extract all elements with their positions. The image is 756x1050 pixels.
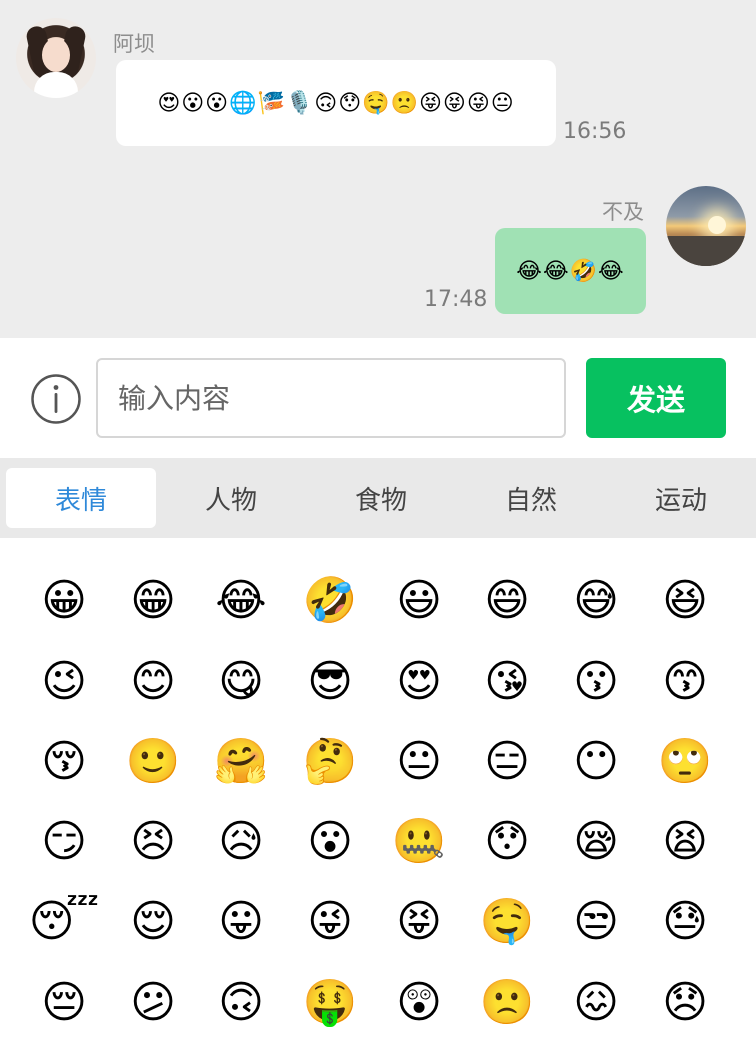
emoji-button[interactable]: 😊 — [123, 652, 183, 712]
avatar-right[interactable] — [666, 186, 746, 266]
emoji-button[interactable]: 😚 — [34, 732, 94, 792]
emoji-category-tabs: 表情 人物 食物 自然 运动 — [0, 458, 756, 538]
emoji-button[interactable]: 😃 — [389, 571, 449, 631]
emoji-button[interactable]: 😎 — [300, 652, 360, 712]
emoji-button[interactable]: 😂 — [211, 571, 271, 631]
message-time: 17:48 — [424, 287, 488, 312]
emoji-button[interactable]: 😕 — [123, 973, 183, 1033]
emoji-button[interactable]: 🤣 — [300, 571, 360, 631]
emoji-button[interactable]: 😐 — [389, 732, 449, 792]
emoji-button[interactable]: 🙄 — [655, 732, 715, 792]
avatar-left[interactable] — [16, 18, 96, 98]
emoji-button[interactable]: 😙 — [655, 652, 715, 712]
tab-food[interactable]: 食物 — [306, 468, 456, 528]
emoji-button[interactable]: 😁 — [123, 571, 183, 631]
emoji-button[interactable]: 😘 — [477, 652, 537, 712]
emoji-button[interactable]: 😫 — [655, 812, 715, 872]
emoji-button[interactable]: 😆 — [655, 571, 715, 631]
emoji-button[interactable]: 🙁 — [477, 973, 537, 1033]
emoji-button[interactable]: 🤑 — [300, 973, 360, 1033]
message-input[interactable] — [96, 358, 566, 438]
emoji-button[interactable]: 😍 — [389, 652, 449, 712]
emoji-button[interactable]: 😋 — [211, 652, 271, 712]
emoji-button[interactable]: 😒 — [566, 892, 626, 952]
emoji-button[interactable]: 😮 — [300, 812, 360, 872]
emoji-button[interactable]: 🤤 — [477, 892, 537, 952]
emoji-button[interactable]: 😏 — [34, 812, 94, 872]
emoji-button[interactable]: 😯 — [477, 812, 537, 872]
emoji-button[interactable]: 😲 — [389, 973, 449, 1033]
emoji-button[interactable]: 😀 — [34, 571, 94, 631]
emoji-button[interactable]: 😖 — [566, 973, 626, 1033]
emoji-grid: 😀 😁 😂 🤣 😃 😄 😅 😆 😉 😊 😋 😎 😍 😘 😗 😙 😚 🙂 🤗 🤔 😐 😑 😶 🙄 😏 😣 😥 😮 🤐 😯 😪 😫 😴 😌 😛 😜 😝 🤤 😒 😓… — [6, 538, 756, 1050]
tab-people[interactable]: 人物 — [156, 468, 306, 528]
emoji-button[interactable]: 😪 — [566, 812, 626, 872]
emoji-button[interactable]: 🤔 — [300, 732, 360, 792]
emoji-button[interactable]: 🤗 — [211, 732, 271, 792]
emoji-button[interactable]: 😝 — [389, 892, 449, 952]
tab-nature[interactable]: 自然 — [456, 468, 606, 528]
emoji-button[interactable]: 🤐 — [389, 812, 449, 872]
chat-area: 阿坝 😍😮😮🌐🎏🎙️🙃😯🤤🙁😝😝😜😐 16:56 不及 😂😂🤣😂 17:48 — [0, 0, 756, 338]
emoji-button[interactable]: 😴 — [29, 892, 100, 952]
message-bubble-incoming[interactable]: 😍😮😮🌐🎏🎙️🙃😯🤤🙁😝😝😜😐 — [116, 60, 556, 146]
info-icon[interactable] — [30, 373, 82, 425]
message-bubble-outgoing[interactable]: 😂😂🤣😂 — [495, 228, 646, 314]
emoji-button[interactable]: 🙃 — [211, 973, 271, 1033]
emoji-button[interactable]: 😄 — [477, 571, 537, 631]
send-button[interactable]: 发送 — [586, 358, 726, 438]
emoji-button[interactable]: 😣 — [123, 812, 183, 872]
emoji-button[interactable]: 🙂 — [123, 732, 183, 792]
emoji-button[interactable]: 😑 — [477, 732, 537, 792]
emoji-button[interactable]: 😗 — [566, 652, 626, 712]
emoji-button[interactable]: 😜 — [300, 892, 360, 952]
emoji-button[interactable]: 😶 — [566, 732, 626, 792]
emoji-button[interactable]: 😌 — [123, 892, 183, 952]
message-time: 16:56 — [563, 119, 627, 144]
sender-name-right: 不及 — [602, 200, 644, 224]
emoji-button[interactable]: 😥 — [211, 812, 271, 872]
sender-name-left: 阿坝 — [113, 32, 155, 56]
emoji-button[interactable]: 😞 — [655, 973, 715, 1033]
emoji-button[interactable]: 😉 — [34, 652, 94, 712]
emoji-button[interactable]: 😔 — [34, 973, 94, 1033]
emoji-button[interactable]: 😓 — [655, 892, 715, 952]
tab-expressions[interactable]: 表情 — [6, 468, 156, 528]
emoji-button[interactable]: 😅 — [566, 571, 626, 631]
emoji-button[interactable]: 😛 — [211, 892, 271, 952]
tab-sports[interactable]: 运动 — [606, 468, 756, 528]
